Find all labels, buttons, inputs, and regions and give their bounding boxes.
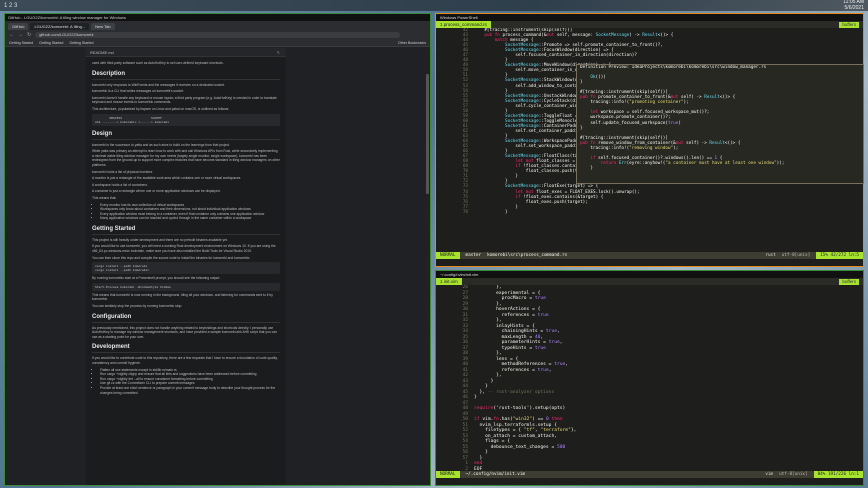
browser-toolbar: ← → ↻ github.com/LGUG2Z/komorebi	[5, 30, 430, 39]
encoding: utf-8[unix]	[781, 253, 811, 258]
list-item: Many application windows can be stacked …	[100, 216, 280, 221]
vim-tab[interactable]: 1 process_command.rs	[436, 21, 491, 28]
paragraph: komorebi is the successor to yatta and a…	[92, 142, 230, 147]
paragraph: A workspace holds a list of containers.	[92, 182, 148, 187]
paragraph: komorebic is a CLI that writes messages …	[92, 89, 184, 94]
paragraph: You can similarly stop the process by ru…	[92, 304, 183, 309]
filetype: vim	[765, 472, 774, 477]
bookmarks-bar: Getting Started Getting Started Getting …	[5, 39, 430, 47]
browser-window[interactable]: GitHub - LGUG2Z/komorebi: A tiling windo…	[4, 13, 431, 486]
paragraph: While yatta was primary an attempt to le…	[92, 149, 280, 167]
paragraph: If you would like to contribute code to …	[92, 356, 278, 365]
paragraph: By running komorebic start at a Powershe…	[92, 276, 221, 281]
paragraph: As previously mentioned, this project do…	[92, 325, 277, 339]
reload-icon[interactable]: ↻	[27, 32, 31, 38]
mode-indicator: NORMAL	[436, 471, 460, 478]
vim-tabline: 1 process_command.rs buffers	[436, 21, 863, 28]
vim-statusline: NORMAL master komorebi\src\process_comma…	[436, 252, 863, 259]
terminal-titlebar[interactable]: ~/.config/nvim/init.vim	[436, 271, 863, 278]
readme-content: README.md ✎ used with third-party softwa…	[86, 48, 286, 485]
code-block: cargo install --path komorebi cargo inst…	[92, 262, 280, 275]
top-bar: 1 2 3 11:05 AM 5/6/2021	[0, 0, 868, 11]
address-bar[interactable]: github.com/LGUG2Z/komorebi	[35, 31, 400, 38]
browser-tab-strip: GitHub LGUG2Z/komorebi: A tiling... New …	[5, 21, 430, 30]
popup-line: }	[580, 165, 593, 171]
paragraph: This project is still heavily under deve…	[92, 237, 228, 242]
vim-cmdline[interactable]	[436, 259, 863, 266]
readme-intro: used with third-party software such as A…	[92, 61, 224, 65]
filetype: rust	[765, 253, 776, 258]
section-heading: Development	[92, 344, 280, 354]
bookmark-item[interactable]: Getting Started	[39, 41, 63, 45]
section-heading: Description	[92, 71, 280, 80]
vim-tabline: 1 init.vim buffers	[436, 278, 863, 285]
mode-indicator: NORMAL	[436, 252, 460, 259]
file-path: komorebi\src\process_command.rs	[487, 253, 568, 258]
section-heading: Configuration	[92, 314, 280, 323]
forward-icon[interactable]: →	[18, 32, 23, 38]
other-bookmarks[interactable]: Other Bookmarks	[398, 41, 426, 45]
terminal-title: ~/.config/nvim/init.vim	[440, 272, 479, 277]
terminal-window-bottom[interactable]: ~/.config/nvim/init.vim 1 init.vim buffe…	[435, 270, 864, 486]
bullet-list: Every monitor has its own collection of …	[92, 203, 280, 221]
readme-header: README.md ✎	[86, 48, 286, 57]
terminal-title: Windows PowerShell	[440, 15, 478, 20]
file-path: ~/.config/nvim/init.vim	[465, 472, 526, 477]
section-heading: Getting Started	[92, 226, 280, 235]
scrollbar-thumb[interactable]	[426, 74, 429, 194]
definition-preview-popup: Definition Preview: IdeaProjects\komoreb…	[576, 64, 864, 184]
section-heading: Design	[92, 131, 280, 140]
buffers-indicator: buffers	[839, 21, 859, 28]
paragraph: A container is just a rectangle where on…	[92, 189, 221, 194]
browser-tab[interactable]: New Tab	[91, 23, 115, 30]
bookmark-item[interactable]: Getting Started	[9, 41, 33, 45]
terminal-titlebar[interactable]: Windows PowerShell	[436, 14, 863, 21]
paragraph: komorebi doesn't handle any keyboard or …	[92, 95, 277, 105]
paragraph: A monitor is just a rectangle of the ava…	[92, 176, 242, 181]
line-text: }, -- rust-analyzer options	[474, 389, 555, 395]
browser-title: GitHub - LGUG2Z/komorebi: A tiling windo…	[8, 15, 126, 20]
cursor-position: 15% 42/272 ln:5	[816, 252, 863, 259]
code-editor[interactable]: 26 }, 27 experimental = {28 procMacro = t…	[436, 285, 863, 471]
bullet-list: Flatten all use statements except in std…	[92, 368, 280, 396]
list-item: Provide at least one short sentence or p…	[100, 386, 280, 395]
line-text: require('rust-tools').setup(opts)	[474, 406, 566, 411]
paragraph: This architecture, popularised by bspwm …	[92, 106, 230, 111]
paragraph: This means that komorebi is now running …	[92, 292, 273, 302]
workspace-indicator[interactable]: 1 2 3	[4, 3, 17, 9]
back-icon[interactable]: ←	[9, 32, 14, 38]
paragraph: This means that:	[92, 195, 117, 200]
clock-date: 5/6/2021	[844, 4, 864, 11]
vim-cmdline[interactable]	[436, 478, 863, 485]
browser-tab[interactable]: GitHub	[8, 23, 29, 30]
edit-icon[interactable]: ✎	[277, 50, 280, 55]
system-clock[interactable]: 11:05 AM 5/6/2021	[843, 0, 864, 11]
browser-titlebar[interactable]: GitHub - LGUG2Z/komorebi: A tiling windo…	[5, 14, 430, 21]
paragraph: komorebi holds a list of physical monito…	[92, 169, 154, 174]
buffers-indicator: buffers	[839, 278, 859, 285]
git-branch: master	[465, 253, 482, 258]
line-text: }	[474, 209, 508, 215]
code-block: Start-Process komorebi -WindowStyle hidd…	[92, 282, 280, 291]
readme-filename[interactable]: README.md	[90, 50, 114, 55]
vim-statusline: NORMAL ~/.config/nvim/init.vim vim utf-8…	[436, 471, 863, 478]
paragraph: You can then clone this repo and compile…	[92, 255, 251, 260]
browser-tab-active[interactable]: LGUG2Z/komorebi: A tiling...	[30, 23, 90, 30]
code-line[interactable]: 78 }	[436, 210, 863, 215]
line-text: }	[474, 395, 477, 400]
vim-tab[interactable]: 1 init.vim	[436, 278, 462, 285]
code-block: PROCESS SOCKET ahk --------> komorebic <…	[92, 113, 280, 126]
paragraph: komorebi only responds to WinEvents and …	[92, 82, 225, 87]
cursor-position: 84% 191/226 ln:1	[813, 471, 863, 478]
paragraph: If you would like to use komorebi, you w…	[92, 244, 276, 254]
line-number: 78	[462, 209, 468, 215]
bookmark-item[interactable]: Getting Started	[69, 41, 93, 45]
encoding: utf-8[unix]	[779, 472, 808, 477]
